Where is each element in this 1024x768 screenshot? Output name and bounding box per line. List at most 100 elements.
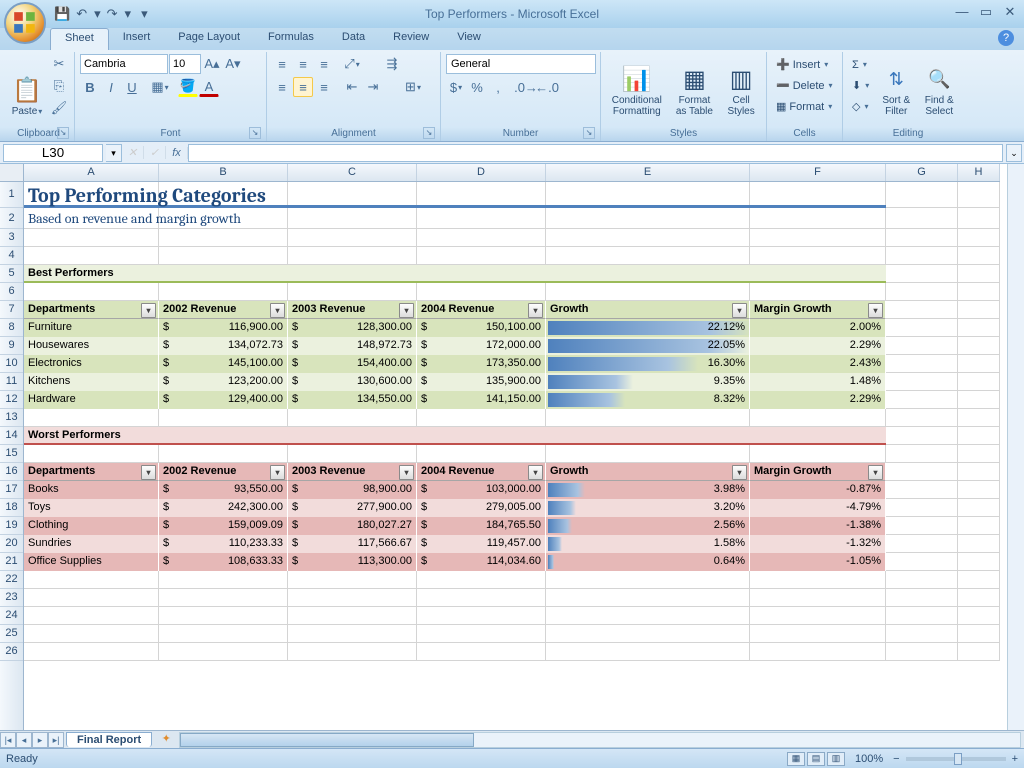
filter-button[interactable]: ▾ [528,465,543,480]
header-worst-1[interactable]: 2002 Revenue▾ [159,463,288,481]
tab-page-layout[interactable]: Page Layout [164,28,254,50]
table-row[interactable]: Hardware [24,391,159,409]
row-header-11[interactable]: 11 [0,373,23,391]
view-layout-button[interactable]: ▤ [807,752,825,766]
cell-title[interactable]: Top Performing Categories [24,182,886,208]
accounting-format-button[interactable]: $▾ [446,77,466,97]
view-normal-button[interactable]: ▦ [787,752,805,766]
cell-styles-button[interactable]: ▥Cell Styles [721,54,761,120]
zoom-level[interactable]: 100% [855,753,883,765]
orientation-button[interactable]: ⤢▾ [342,54,362,74]
font-size-input[interactable] [169,54,201,74]
col-header-D[interactable]: D [417,164,546,181]
format-painter-button[interactable]: 🖌 [49,98,69,118]
border-button[interactable]: ▦▾ [150,77,170,97]
filter-button[interactable]: ▾ [399,303,414,318]
redo-dropdown[interactable]: ▾ [125,6,132,22]
row-header-8[interactable]: 8 [0,319,23,337]
comma-format-button[interactable]: , [488,77,508,97]
align-top-button[interactable]: ≡ [272,54,292,74]
find-select-button[interactable]: 🔍Find & Select [919,54,959,120]
percent-format-button[interactable]: % [467,77,487,97]
filter-button[interactable]: ▾ [732,465,747,480]
tab-view[interactable]: View [443,28,495,50]
row-header-10[interactable]: 10 [0,355,23,373]
undo-dropdown[interactable]: ▾ [94,6,101,22]
zoom-out-button[interactable]: − [893,753,899,765]
name-box[interactable] [3,144,103,162]
header-worst-2[interactable]: 2003 Revenue▾ [288,463,417,481]
paste-button[interactable]: 📋 Paste▾ [8,54,46,120]
section-worst-label[interactable]: Worst Performers [24,427,886,445]
table-row[interactable]: Sundries [24,535,159,553]
header-best-3[interactable]: 2004 Revenue▾ [417,301,546,319]
minimize-button[interactable]: — [954,4,970,18]
increase-indent-button[interactable]: ⇥ [363,77,383,97]
table-row[interactable]: Office Supplies [24,553,159,571]
filter-button[interactable]: ▾ [868,303,883,318]
header-worst-0[interactable]: Departments▾ [24,463,159,481]
autosum-button[interactable]: Σ▾ [848,54,873,75]
row-header-16[interactable]: 16 [0,463,23,481]
row-header-21[interactable]: 21 [0,553,23,571]
row-header-12[interactable]: 12 [0,391,23,409]
header-worst-4[interactable]: Growth▾ [546,463,750,481]
header-best-2[interactable]: 2003 Revenue▾ [288,301,417,319]
section-best-label[interactable]: Best Performers [24,265,886,283]
table-row[interactable]: Clothing [24,517,159,535]
decrease-decimal-button[interactable]: ←.0 [537,77,557,97]
font-launcher[interactable]: ↘ [249,127,261,139]
row-header-22[interactable]: 22 [0,571,23,589]
font-name-input[interactable] [80,54,168,74]
enter-formula-button[interactable]: ✓ [144,146,166,159]
align-middle-button[interactable]: ≡ [293,54,313,74]
row-header-18[interactable]: 18 [0,499,23,517]
cell-subtitle[interactable]: Based on revenue and margin growth [24,208,886,229]
filter-button[interactable]: ▾ [868,465,883,480]
cancel-formula-button[interactable]: ✕ [122,146,144,159]
clipboard-launcher[interactable]: ↘ [57,127,69,139]
increase-decimal-button[interactable]: .0→ [516,77,536,97]
filter-button[interactable]: ▾ [399,465,414,480]
conditional-formatting-button[interactable]: 📊Conditional Formatting [606,54,668,120]
align-right-button[interactable]: ≡ [314,77,334,97]
shrink-font-button[interactable]: A▾ [223,54,243,74]
insert-sheet-tab[interactable]: ✦ [156,732,176,747]
table-row[interactable]: Kitchens [24,373,159,391]
vertical-scrollbar[interactable] [1007,164,1024,730]
row-header-19[interactable]: 19 [0,517,23,535]
col-header-G[interactable]: G [886,164,958,181]
qat-customize[interactable]: ▾ [141,6,148,22]
format-cells-button[interactable]: ▦Format▾ [772,96,836,117]
tab-nav-next[interactable]: ▸ [32,732,48,748]
filter-button[interactable]: ▾ [270,303,285,318]
font-color-button[interactable]: A [199,77,219,97]
office-button[interactable] [4,2,46,44]
italic-button[interactable]: I [101,77,121,97]
tab-review[interactable]: Review [379,28,443,50]
table-row[interactable]: Books [24,481,159,499]
undo-icon[interactable]: ↶ [76,6,87,22]
row-header-23[interactable]: 23 [0,589,23,607]
col-header-B[interactable]: B [159,164,288,181]
row-header-7[interactable]: 7 [0,301,23,319]
col-header-E[interactable]: E [546,164,750,181]
formula-expand-button[interactable]: ⌄ [1006,144,1022,162]
underline-button[interactable]: U [122,77,142,97]
filter-button[interactable]: ▾ [141,465,156,480]
insert-cells-button[interactable]: ➕Insert▾ [772,54,832,75]
row-header-26[interactable]: 26 [0,643,23,661]
row-header-9[interactable]: 9 [0,337,23,355]
tab-data[interactable]: Data [328,28,379,50]
decrease-indent-button[interactable]: ⇤ [342,77,362,97]
header-best-1[interactable]: 2002 Revenue▾ [159,301,288,319]
row-header-2[interactable]: 2 [0,208,23,229]
alignment-launcher[interactable]: ↘ [423,127,435,139]
row-header-1[interactable]: 1 [0,182,23,208]
formula-input[interactable] [188,144,1003,162]
format-as-table-button[interactable]: ▦Format as Table [671,54,719,120]
number-format-select[interactable] [446,54,596,74]
redo-icon[interactable]: ↷ [107,6,118,22]
help-icon[interactable]: ? [998,30,1014,46]
filter-button[interactable]: ▾ [141,303,156,318]
